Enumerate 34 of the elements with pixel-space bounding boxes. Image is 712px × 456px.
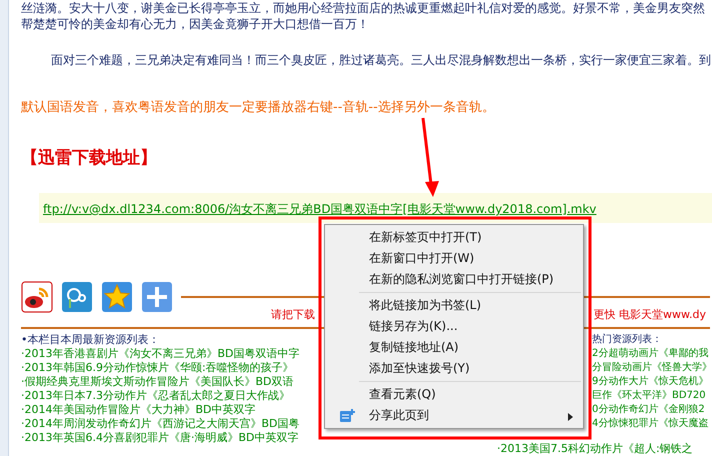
menu-item[interactable]: 分享此页到 bbox=[325, 405, 583, 426]
banner-text: 请把下载 bbox=[271, 307, 315, 322]
menu-item[interactable]: 链接另存为(K)... bbox=[325, 316, 583, 337]
article-text: 面对三个难题，三兄弟决定有难同当！而三个臭皮匠，胜过诸葛亮。三人出尽混身解数想出一条桥，实行一家便宜三家着。到 bbox=[50, 52, 710, 68]
resource-link[interactable]: ·2013年香港喜剧片《沟女不离三兄弟》BD国粤双语中字 bbox=[21, 347, 300, 361]
resource-link[interactable]: ·假期经典克里斯埃文斯动作冒险片《美国队长》BD双语 bbox=[21, 375, 300, 389]
menu-item[interactable]: 在新标签页中打开(T) bbox=[325, 227, 583, 248]
resource-link[interactable]: 巨作《环太平洋》BD720 bbox=[592, 389, 710, 403]
download-heading: 【迅雷下载地址】 bbox=[21, 147, 158, 169]
banner-text: 更快 电影天堂www.dy bbox=[594, 307, 706, 322]
resource-link[interactable]: ·2013年英国6.4分喜剧犯罪片《唐·海明威》BD中英双字 bbox=[21, 431, 300, 445]
resource-link[interactable]: ·2013美国7.5科幻动作片《超人:钢铁之 bbox=[497, 442, 693, 455]
download-link[interactable]: ftp://v:v@dx.dl1234.com:8006/沟女不离三兄弟BD国粤双语中字[电影天堂www.dy2018.com].mkv bbox=[43, 202, 596, 216]
menu-item[interactable]: 复制链接地址(A) bbox=[325, 337, 583, 358]
resource-link[interactable]: ·2013年韩国6.9分动作惊悚片《华颐:吞噬怪物的孩子》 bbox=[21, 361, 300, 375]
plus-icon[interactable] bbox=[141, 281, 173, 313]
list-title: •本栏目本周最新资源列表： bbox=[21, 333, 160, 347]
list-title: 热门资源列表： bbox=[592, 333, 663, 347]
resource-link[interactable]: 2分超萌动画片《卑鄙的我 bbox=[592, 347, 710, 361]
menu-item[interactable]: 查看元素(Q) bbox=[325, 384, 583, 405]
menu-item[interactable]: 在新的隐私浏览窗口中打开链接(P) bbox=[325, 269, 583, 290]
article-text: 帮楚楚可怜的美金却有心无力，因美金竟狮子开大口想借一百万！ bbox=[21, 16, 370, 32]
resource-link[interactable]: ·2013年日本7.3分动作片《忍者乱太郎之夏日大作战》 bbox=[21, 389, 300, 403]
resource-link[interactable]: 4分惊悚犯罪片《惊天魔盗 bbox=[592, 417, 710, 431]
resource-link[interactable]: 9分动作大片《惊天危机》 bbox=[592, 375, 710, 389]
menu-item[interactable]: 添加至快速拨号(Y) bbox=[325, 358, 583, 379]
resource-link[interactable]: ·2014年美国动作冒险片《大力神》BD中英双字 bbox=[21, 403, 300, 417]
resource-link[interactable]: 分冒险动画片《怪兽大学》 bbox=[592, 361, 710, 375]
menu-item[interactable]: 在新窗口中打开(W) bbox=[325, 248, 583, 269]
audio-notice: 默认国语发音，喜欢粤语发音的朋友一定要播放器右键--音轨--选择另外一条音轨。 bbox=[21, 99, 496, 116]
menu-item[interactable]: 将此链接加为书签(L) bbox=[325, 295, 583, 316]
resource-link[interactable]: ·2014年周润发动作奇幻片《西游记之大闹天宫》BD国粤 bbox=[21, 417, 300, 431]
resource-link[interactable]: 0分动作奇幻片《金刚狼2 bbox=[592, 403, 710, 417]
article-text: 丝涟漪。安大十八变，谢美金已长得亭亭玉立，而她用心经营拉面店的热诚更重燃起叶礼信对爱的感觉。好景不常，美金男友突然 bbox=[21, 0, 706, 16]
